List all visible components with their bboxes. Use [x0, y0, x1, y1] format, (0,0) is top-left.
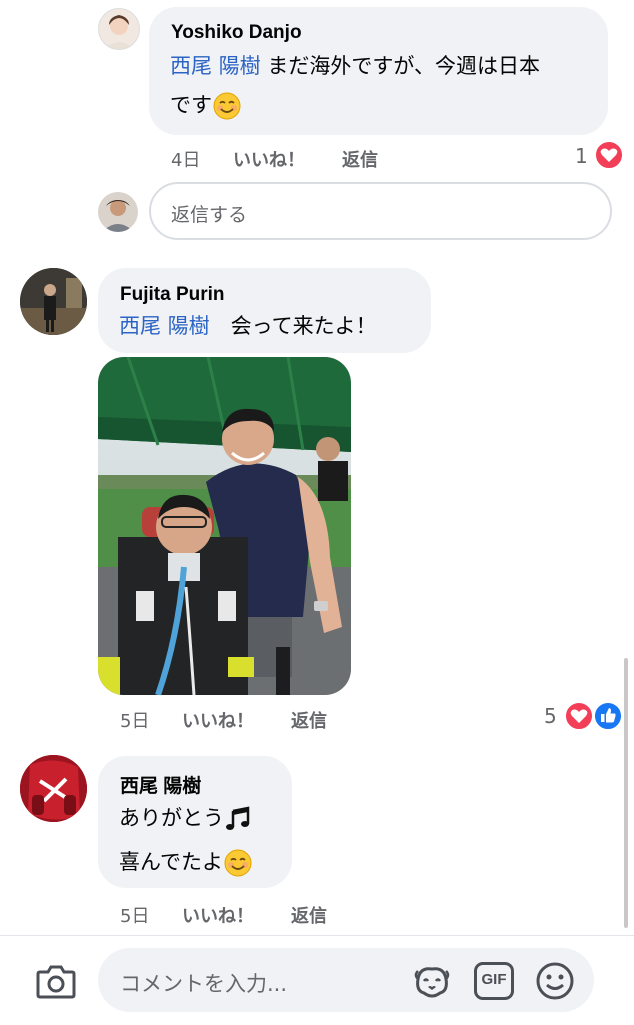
like-button[interactable]: いいね！: [233, 150, 305, 171]
mention-link[interactable]: 西尾 陽樹: [170, 54, 261, 78]
reply-placeholder: 返信する: [171, 204, 248, 226]
comment-author[interactable]: 西尾 陽樹: [120, 771, 201, 798]
love-reaction-icon: [594, 140, 624, 170]
avatar[interactable]: [98, 8, 140, 50]
like-button[interactable]: いいね！: [182, 906, 254, 927]
comment-text-line2: 喜んでたよ: [119, 842, 253, 882]
reply-button[interactable]: 返信: [291, 711, 327, 732]
comment-author[interactable]: Yoshiko Danjo: [171, 22, 302, 44]
smile-emoji-icon: [224, 849, 252, 877]
comment-placeholder: コメントを入力...: [120, 972, 288, 996]
like-reaction-icon: [593, 701, 623, 731]
reaction-count[interactable]: 1: [575, 144, 588, 168]
comment-input[interactable]: コメントを入力...: [98, 948, 594, 1012]
reply-input[interactable]: 返信する: [149, 182, 612, 240]
gif-icon[interactable]: GIF: [474, 962, 514, 1000]
comment-text: 西尾 陽樹 まだ海外ですが、今週は日本: [170, 54, 540, 78]
comment-photo[interactable]: [98, 357, 351, 695]
my-avatar: [98, 192, 138, 232]
reply-button[interactable]: 返信: [291, 906, 327, 927]
avatar-image: [105, 15, 133, 49]
music-note-icon: [226, 806, 250, 830]
comment-text: 西尾 陽樹 会って来たよ！: [119, 314, 377, 338]
comment-time[interactable]: 4日: [171, 150, 200, 171]
comment-meta: 4日: [171, 146, 200, 172]
like-button[interactable]: いいね！: [182, 711, 254, 732]
camera-icon[interactable]: [34, 962, 78, 1002]
comment-time[interactable]: 5日: [120, 711, 149, 732]
mention-link[interactable]: 西尾 陽樹: [119, 314, 210, 338]
comment-author[interactable]: Fujita Purin: [120, 284, 225, 306]
reaction-count[interactable]: 5: [544, 704, 557, 728]
avatar[interactable]: [20, 755, 87, 822]
love-reaction-icon: [564, 701, 594, 731]
comment-text-line2: です: [170, 85, 242, 125]
emoji-icon[interactable]: [534, 960, 576, 1002]
smile-emoji-icon: [213, 92, 241, 120]
photo-image: [98, 357, 351, 695]
comment-time[interactable]: 5日: [120, 906, 149, 927]
comment-text: ありがとう: [119, 798, 252, 838]
scrollbar[interactable]: [624, 658, 628, 928]
avatar[interactable]: [20, 268, 87, 335]
avatar-sticker-icon[interactable]: [412, 961, 452, 1001]
reply-button[interactable]: 返信: [342, 150, 378, 171]
